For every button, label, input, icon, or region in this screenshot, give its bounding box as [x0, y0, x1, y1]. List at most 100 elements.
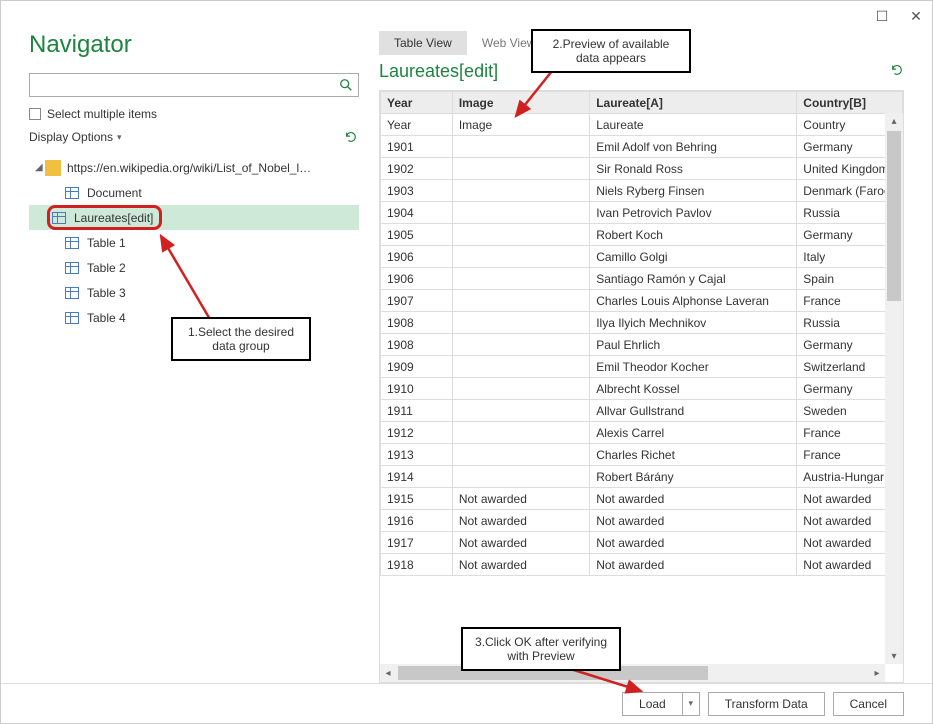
- tree-item-table3[interactable]: Table 3: [29, 280, 359, 305]
- table-cell: [452, 158, 589, 180]
- scroll-thumb[interactable]: [887, 131, 901, 301]
- table-row[interactable]: 1916Not awardedNot awardedNot awarded: [381, 510, 903, 532]
- display-options-dropdown[interactable]: Display Options ▾: [29, 130, 122, 144]
- table-row[interactable]: YearImageLaureateCountry: [381, 114, 903, 136]
- table-cell: Ilya Ilyich Mechnikov: [590, 312, 797, 334]
- load-dropdown-icon[interactable]: ▾: [682, 692, 700, 716]
- table-cell: Not awarded: [590, 510, 797, 532]
- maximize-icon[interactable]: ☐: [874, 8, 890, 24]
- table-row[interactable]: 1902Sir Ronald RossUnited Kingdom: [381, 158, 903, 180]
- table-row[interactable]: 1915Not awardedNot awardedNot awarded: [381, 488, 903, 510]
- table-cell: [452, 246, 589, 268]
- table-cell: Paul Ehrlich: [590, 334, 797, 356]
- table-cell: 1906: [381, 246, 453, 268]
- cancel-button[interactable]: Cancel: [833, 692, 904, 716]
- table-row[interactable]: 1903Niels Ryberg FinsenDenmark (Faroe: [381, 180, 903, 202]
- table-cell: [452, 268, 589, 290]
- table-cell: Laureate: [590, 114, 797, 136]
- search-icon[interactable]: [334, 74, 358, 96]
- table-row[interactable]: 1917Not awardedNot awardedNot awarded: [381, 532, 903, 554]
- table-cell: 1903: [381, 180, 453, 202]
- tab-table-view[interactable]: Table View: [379, 31, 467, 55]
- table-cell: [452, 290, 589, 312]
- tree-item-table2[interactable]: Table 2: [29, 255, 359, 280]
- refresh-preview-icon[interactable]: [890, 63, 904, 80]
- table-cell: Robert Koch: [590, 224, 797, 246]
- table-cell: [452, 356, 589, 378]
- table-cell: Image: [452, 114, 589, 136]
- refresh-icon[interactable]: [343, 129, 359, 145]
- table-row[interactable]: 1912Alexis CarrelFrance: [381, 422, 903, 444]
- chevron-down-icon: ▾: [117, 132, 122, 143]
- table-icon: [65, 262, 79, 274]
- table-row[interactable]: 1909Emil Theodor KocherSwitzerland: [381, 356, 903, 378]
- load-button-split[interactable]: Load ▾: [622, 692, 700, 716]
- table-row[interactable]: 1906Santiago Ramón y CajalSpain: [381, 268, 903, 290]
- table-row[interactable]: 1906Camillo GolgiItaly: [381, 246, 903, 268]
- transform-data-button[interactable]: Transform Data: [708, 692, 825, 716]
- table-cell: [452, 224, 589, 246]
- table-cell: Not awarded: [590, 488, 797, 510]
- table-cell: [452, 202, 589, 224]
- table-cell: Robert Bárány: [590, 466, 797, 488]
- table-cell: Not awarded: [452, 532, 589, 554]
- scroll-down-icon[interactable]: ▾: [891, 648, 896, 664]
- table-cell: Not awarded: [590, 532, 797, 554]
- select-multiple-checkbox[interactable]: Select multiple items: [29, 107, 359, 121]
- checkbox-icon[interactable]: [29, 108, 41, 120]
- table-cell: Santiago Ramón y Cajal: [590, 268, 797, 290]
- tree-root-label: https://en.wikipedia.org/wiki/List_of_No…: [67, 161, 317, 175]
- table-cell: Not awarded: [452, 554, 589, 576]
- table-row[interactable]: 1911Allvar GullstrandSweden: [381, 400, 903, 422]
- column-header[interactable]: Year: [381, 92, 453, 114]
- table-row[interactable]: 1918Not awardedNot awardedNot awarded: [381, 554, 903, 576]
- tree-item-table1[interactable]: Table 1: [29, 230, 359, 255]
- load-button[interactable]: Load: [622, 692, 682, 716]
- vertical-scrollbar[interactable]: ▴ ▾: [885, 113, 903, 664]
- table-cell: 1914: [381, 466, 453, 488]
- scroll-right-icon[interactable]: ▸: [869, 668, 885, 679]
- table-row[interactable]: 1907Charles Louis Alphonse LaveranFrance: [381, 290, 903, 312]
- table-cell: 1912: [381, 422, 453, 444]
- table-cell: 1901: [381, 136, 453, 158]
- table-row[interactable]: 1908Paul EhrlichGermany: [381, 334, 903, 356]
- table-cell: Albrecht Kossel: [590, 378, 797, 400]
- horizontal-scrollbar[interactable]: ◂ ▸: [380, 664, 885, 682]
- table-cell: 1916: [381, 510, 453, 532]
- table-cell: Sir Ronald Ross: [590, 158, 797, 180]
- table-cell: 1908: [381, 312, 453, 334]
- scroll-left-icon[interactable]: ◂: [380, 668, 396, 679]
- column-header[interactable]: Country[B]: [797, 92, 903, 114]
- table-row[interactable]: 1913Charles RichetFrance: [381, 444, 903, 466]
- tree-item-document[interactable]: Document: [29, 180, 359, 205]
- table-cell: 1904: [381, 202, 453, 224]
- table-row[interactable]: 1905Robert KochGermany: [381, 224, 903, 246]
- table-cell: [452, 378, 589, 400]
- table-cell: Not awarded: [452, 510, 589, 532]
- select-multiple-label: Select multiple items: [47, 107, 157, 121]
- display-options-label: Display Options: [29, 130, 113, 144]
- close-icon[interactable]: ✕: [908, 8, 924, 24]
- table-row[interactable]: 1904Ivan Petrovich PavlovRussia: [381, 202, 903, 224]
- table-cell: Niels Ryberg Finsen: [590, 180, 797, 202]
- navigator-title: Navigator: [29, 31, 359, 59]
- search-input[interactable]: [30, 74, 334, 96]
- table-cell: 1913: [381, 444, 453, 466]
- tree-item-laureates[interactable]: Laureates[edit]: [29, 205, 359, 230]
- table-row[interactable]: 1914Robert BárányAustria-Hungar: [381, 466, 903, 488]
- table-cell: [452, 444, 589, 466]
- search-input-wrap[interactable]: [29, 73, 359, 97]
- table-row[interactable]: 1910Albrecht KosselGermany: [381, 378, 903, 400]
- table-row[interactable]: 1908Ilya Ilyich MechnikovRussia: [381, 312, 903, 334]
- table-cell: [452, 400, 589, 422]
- table-row[interactable]: 1901Emil Adolf von BehringGermany: [381, 136, 903, 158]
- annotation-1: 1.Select the desired data group: [171, 317, 311, 361]
- folder-icon: [45, 160, 61, 176]
- preview-table: YearImageLaureate[A]Country[B] YearImage…: [380, 91, 903, 576]
- column-header[interactable]: Image: [452, 92, 589, 114]
- column-header[interactable]: Laureate[A]: [590, 92, 797, 114]
- table-cell: [452, 422, 589, 444]
- scroll-up-icon[interactable]: ▴: [891, 113, 896, 129]
- table-cell: Ivan Petrovich Pavlov: [590, 202, 797, 224]
- tree-root[interactable]: ◢ https://en.wikipedia.org/wiki/List_of_…: [29, 155, 359, 180]
